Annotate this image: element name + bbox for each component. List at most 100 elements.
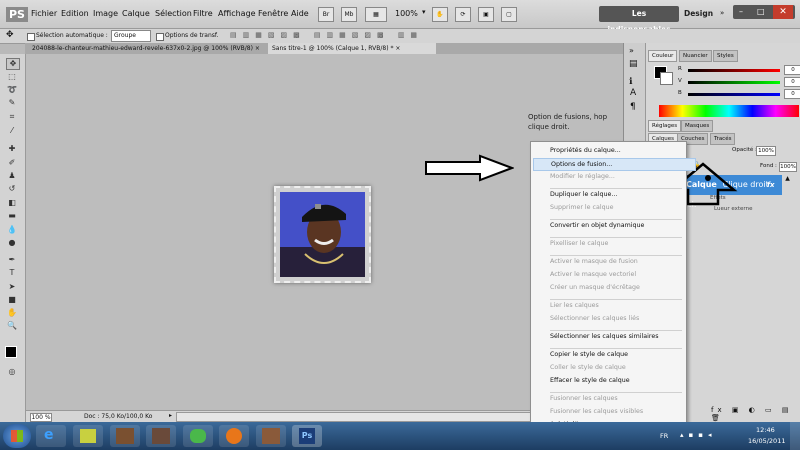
marquee-tool-icon[interactable]: ⬚ xyxy=(6,72,18,82)
layer-image[interactable] xyxy=(274,186,371,283)
quick-mask-icon[interactable]: ◎ xyxy=(6,367,18,377)
start-button[interactable] xyxy=(3,424,31,448)
fill-value[interactable]: 100% xyxy=(779,162,797,172)
crop-tool-icon[interactable]: ⌗ xyxy=(6,112,18,122)
tab-styles[interactable]: Styles xyxy=(713,50,738,62)
eraser-tool-icon[interactable]: ◧ xyxy=(6,198,18,208)
dodge-tool-icon[interactable]: ● xyxy=(6,238,18,248)
dock-expand-icon[interactable]: » xyxy=(629,46,634,55)
context-menu-item[interactable]: Propriétés du calque... xyxy=(550,147,621,154)
color-spectrum[interactable] xyxy=(659,105,799,117)
menu-fenetre[interactable]: Fenêtre xyxy=(258,9,288,18)
taskbar-media-icon[interactable] xyxy=(219,425,249,447)
channel-v-value[interactable]: 0 xyxy=(784,77,800,87)
status-menu-icon[interactable]: ▸ xyxy=(169,412,172,419)
tab-reglages[interactable]: Réglages xyxy=(648,120,682,132)
character-panel-icon[interactable]: A xyxy=(630,88,636,98)
menu-selection[interactable]: Sélection xyxy=(155,9,192,18)
shape-tool-icon[interactable]: ■ xyxy=(6,295,18,305)
channel-b-value[interactable]: 0 xyxy=(784,89,800,99)
foreground-color-swatch[interactable] xyxy=(5,346,17,358)
quick-select-tool-icon[interactable]: ✎ xyxy=(6,98,18,108)
bridge-button[interactable]: Br xyxy=(318,7,334,22)
tab-jpg[interactable]: 204088-le-chanteur-mathieu-edward-revele… xyxy=(28,43,270,54)
minimize-icon[interactable]: – xyxy=(739,7,743,16)
taskbar-ie-icon[interactable]: e xyxy=(36,425,66,447)
taskbar-messenger-icon[interactable] xyxy=(183,425,213,447)
type-tool-icon[interactable]: T xyxy=(6,268,18,278)
tab-nuancier[interactable]: Nuancier xyxy=(679,50,712,62)
clock-time[interactable]: 12:46 xyxy=(756,426,775,434)
channel-v-slider[interactable] xyxy=(688,81,780,84)
screen-mode-icon[interactable]: ▢ xyxy=(501,7,517,22)
menu-aide[interactable]: Aide xyxy=(291,9,309,18)
layer-panel-buttons[interactable]: fx ▣ ◐ ▭ ▤ 🗑 xyxy=(711,406,800,422)
taskbar-image-icon-2[interactable] xyxy=(146,425,176,447)
eyedropper-tool-icon[interactable]: ⁄ xyxy=(6,126,18,136)
gradient-tool-icon[interactable]: ▬ xyxy=(6,211,18,221)
tray-icons[interactable]: ▴▪▪◂ xyxy=(680,431,717,439)
move-tool-icon[interactable]: ✥ xyxy=(6,30,14,40)
menu-edition[interactable]: Edition xyxy=(61,9,89,18)
bg-color-swatch[interactable] xyxy=(660,72,673,85)
tab-sans-titre[interactable]: Sans titre-1 @ 100% (Calque 1, RVB/8) * … xyxy=(268,43,436,54)
channel-r-slider[interactable] xyxy=(688,69,780,72)
zoom-field[interactable]: 100 % xyxy=(30,413,52,422)
menu-affichage[interactable]: Affichage xyxy=(218,9,256,18)
show-desktop-button[interactable] xyxy=(790,422,800,450)
context-menu-item[interactable]: Dupliquer le calque... xyxy=(550,191,617,198)
info-panel-icon[interactable]: ℹ xyxy=(629,77,632,87)
opacity-value[interactable]: 100% xyxy=(756,146,776,156)
clock-date[interactable]: 16/05/2011 xyxy=(748,437,785,445)
paragraph-panel-icon[interactable]: ¶ xyxy=(630,102,636,112)
auto-select-dropdown[interactable]: Groupe xyxy=(111,30,151,42)
move-tool-icon[interactable]: ✥ xyxy=(6,58,20,70)
taskbar-image-icon-3[interactable] xyxy=(256,425,286,447)
taskbar-image-icon[interactable] xyxy=(110,425,140,447)
stamp-tool-icon[interactable]: ♟ xyxy=(6,171,18,181)
taskbar-photoshop-icon[interactable]: Ps xyxy=(292,425,322,447)
context-menu-item[interactable]: Options de fusion... xyxy=(533,158,696,171)
rotate-icon[interactable]: ⟳ xyxy=(455,7,471,22)
zoom-dropdown-icon[interactable]: ▾ xyxy=(422,8,426,16)
maximize-icon[interactable]: □ xyxy=(757,7,765,16)
menu-calque[interactable]: Calque xyxy=(122,9,150,18)
context-menu-item[interactable]: Convertir en objet dynamique xyxy=(550,222,644,229)
minibridge-button[interactable]: Mb xyxy=(341,7,357,22)
menu-image[interactable]: Image xyxy=(93,9,118,18)
workspace-design-button[interactable]: Design xyxy=(684,9,713,18)
tab-masques[interactable]: Masques xyxy=(681,120,714,132)
healing-tool-icon[interactable]: ✚ xyxy=(6,144,18,154)
workspace-essentials-button[interactable]: Les indispensables xyxy=(599,6,679,34)
tab-couleur[interactable]: Couleur xyxy=(648,50,678,62)
menu-filtre[interactable]: Filtre xyxy=(193,9,213,18)
close-icon[interactable]: ✕ xyxy=(773,5,793,19)
zoom-level[interactable]: 100% xyxy=(395,9,418,18)
layer-scroll-up-icon[interactable]: ▲ xyxy=(783,175,792,195)
brush-tool-icon[interactable]: ✐ xyxy=(6,158,18,168)
workspace-more-icon[interactable]: » xyxy=(720,9,724,17)
fx-icon[interactable]: fx xyxy=(767,175,775,195)
hand-tool-icon[interactable]: ✋ xyxy=(432,7,448,22)
pen-tool-icon[interactable]: ✒ xyxy=(6,255,18,265)
align-buttons[interactable]: ▤▥▦▧▨▩ ▤▥▦▧▨▩ ▥▦ xyxy=(230,31,620,41)
transform-checkbox[interactable] xyxy=(156,33,164,41)
context-menu-item[interactable]: Sélectionner les calques similaires xyxy=(550,333,658,340)
auto-select-checkbox[interactable] xyxy=(27,33,35,41)
arrange-icon[interactable]: ▣ xyxy=(478,7,494,22)
hand-tool-icon[interactable]: ✋ xyxy=(6,308,18,318)
menu-fichier[interactable]: Fichier xyxy=(31,9,57,18)
path-select-tool-icon[interactable]: ➤ xyxy=(6,282,18,292)
language-indicator[interactable]: FR xyxy=(660,432,668,440)
grid-icon[interactable]: ▦ xyxy=(365,7,387,22)
lasso-tool-icon[interactable]: ➰ xyxy=(6,85,18,95)
context-menu-item[interactable]: Copier le style de calque xyxy=(550,351,628,358)
tab-traces[interactable]: Tracés xyxy=(710,133,736,145)
taskbar-app-icon[interactable] xyxy=(73,425,103,447)
blur-tool-icon[interactable]: 💧 xyxy=(6,225,18,235)
channel-b-slider[interactable] xyxy=(688,93,780,96)
context-menu-item[interactable]: Effacer le style de calque xyxy=(550,377,630,384)
channel-r-value[interactable]: 0 xyxy=(784,65,800,75)
history-panel-icon[interactable]: ▤ xyxy=(629,59,638,69)
history-brush-tool-icon[interactable]: ↺ xyxy=(6,184,18,194)
